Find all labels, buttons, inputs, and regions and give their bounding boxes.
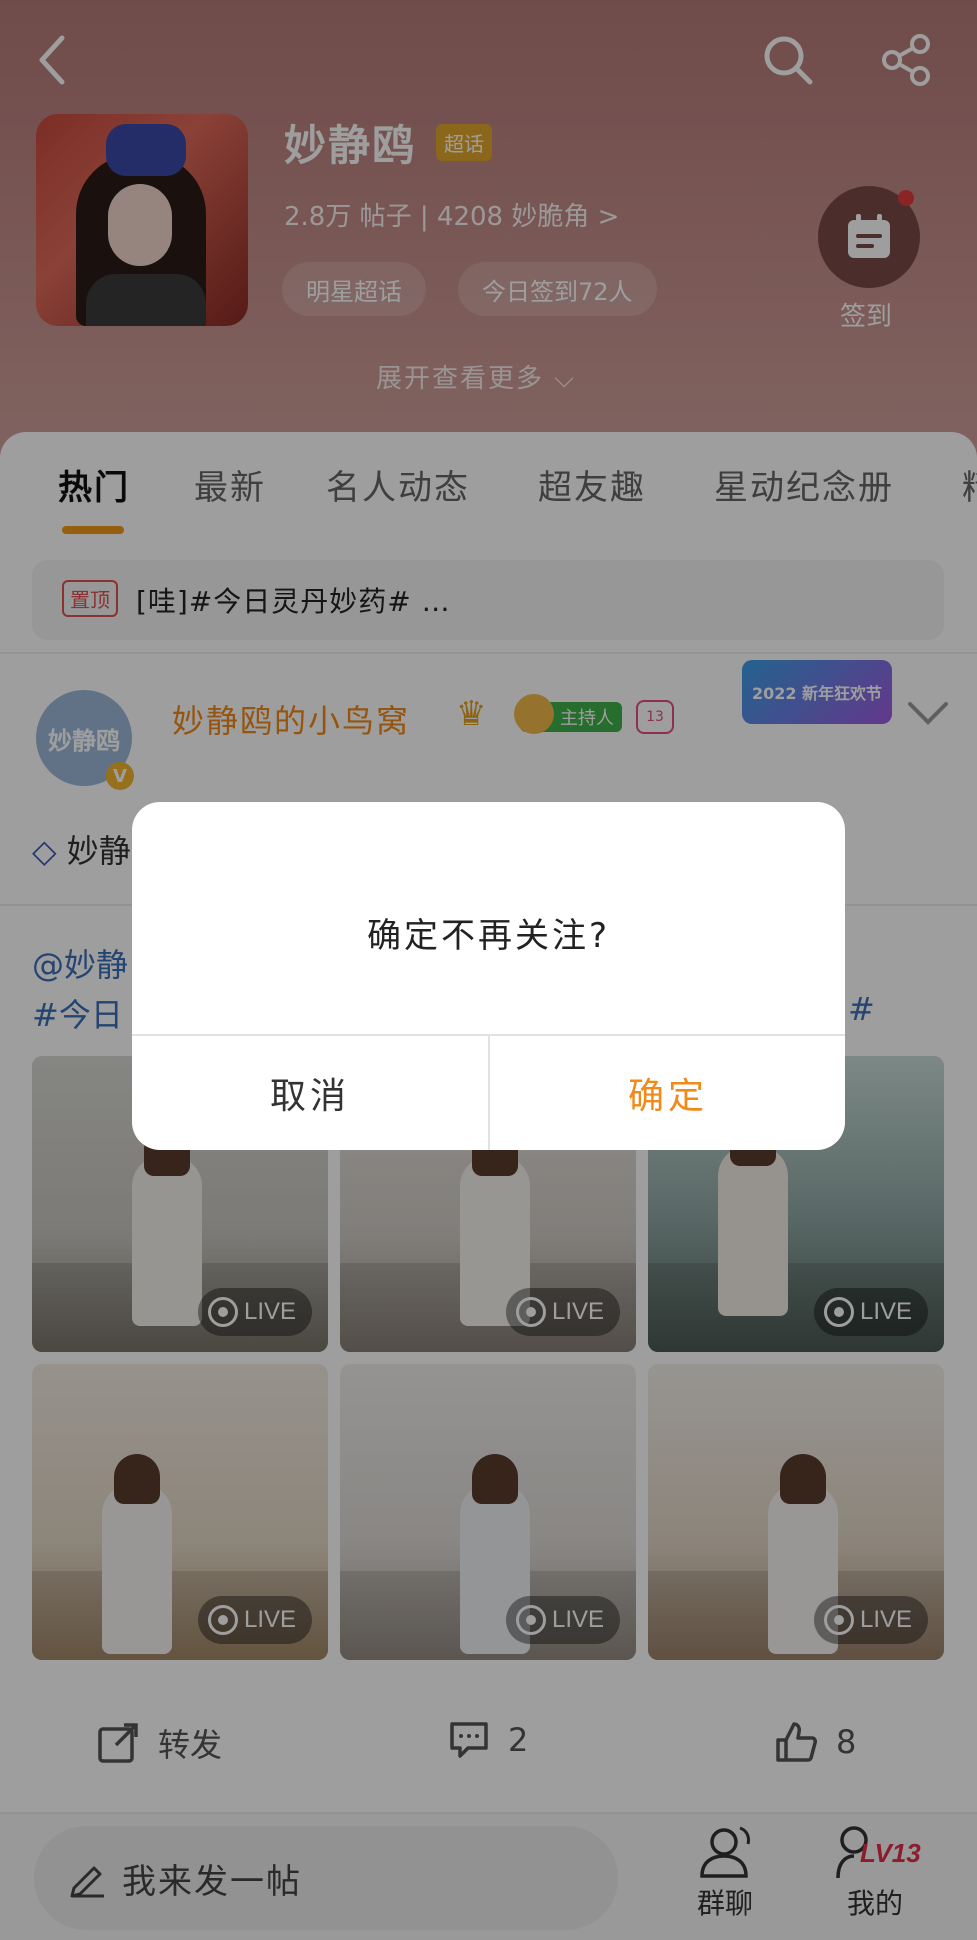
confirm-button[interactable]: 确定 <box>490 1036 845 1150</box>
unfollow-dialog: 确定不再关注? 取消 确定 <box>132 802 845 1150</box>
dialog-message: 确定不再关注? <box>366 916 611 956</box>
cancel-button[interactable]: 取消 <box>132 1036 488 1150</box>
